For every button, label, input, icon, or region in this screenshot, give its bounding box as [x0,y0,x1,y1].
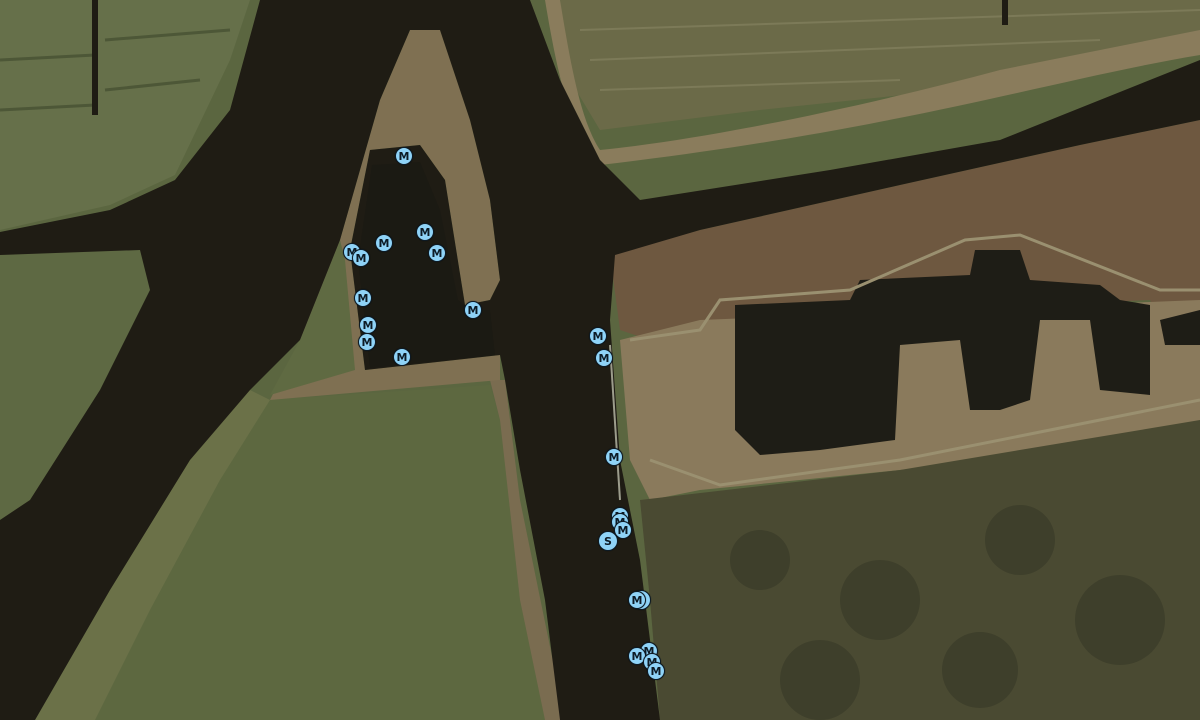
mooring-marker[interactable]: M [605,448,623,466]
mooring-marker[interactable]: M [358,333,376,351]
mooring-marker[interactable]: M [416,223,434,241]
satellite-map[interactable]: MMMMMMMMMMMMMMMMMMSSMMMM [0,0,1200,720]
mooring-marker[interactable]: M [647,662,665,680]
mooring-marker[interactable]: M [428,244,446,262]
service-marker[interactable]: S [598,531,618,551]
mooring-marker[interactable]: M [359,316,377,334]
mooring-marker[interactable]: M [464,301,482,319]
mooring-marker[interactable]: M [352,249,370,267]
mooring-marker[interactable]: M [595,349,613,367]
mooring-marker[interactable]: M [354,289,372,307]
mooring-marker[interactable]: M [589,327,607,345]
mooring-marker[interactable]: M [375,234,393,252]
mooring-marker[interactable]: M [393,348,411,366]
mooring-marker[interactable]: M [395,147,413,165]
mooring-marker[interactable]: M [628,591,646,609]
